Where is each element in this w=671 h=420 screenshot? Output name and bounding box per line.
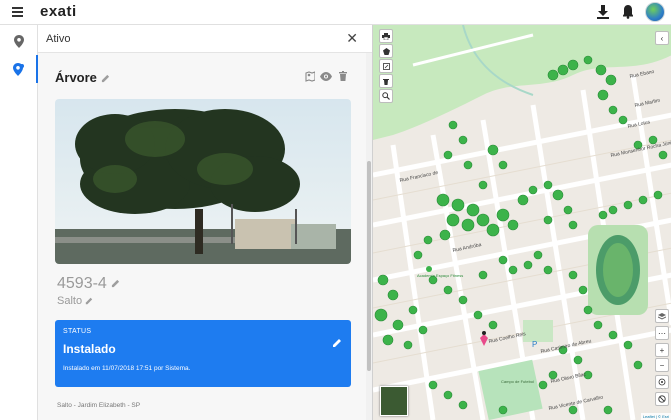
asset-title: Árvore [55, 70, 97, 85]
street-label-androba: Rua Andróba [452, 242, 482, 254]
edit-shape-icon [382, 62, 390, 70]
download-icon[interactable] [596, 4, 610, 20]
asset-panel: Ativo ✕ Árvore 4593-4 Salto STATUS Insta… [38, 25, 372, 420]
zoom-out-icon: − [659, 360, 665, 370]
street-label-francisco: Rua Francisco de [399, 170, 439, 184]
map-view[interactable]: P Rua Ebano Rua Marfim Rua Lotus Rua Mon… [372, 25, 671, 420]
collapse-map-panel-button[interactable]: ‹ [655, 31, 669, 45]
asset-pin-icon [12, 62, 24, 76]
more-dots-icon: ⋯ [658, 328, 666, 338]
edit-title-icon[interactable] [101, 74, 110, 83]
edit-shape-tool[interactable] [379, 59, 393, 73]
poi-label-academia: Academia Espaço Fitness [417, 273, 463, 278]
zoom-in-button[interactable]: + [655, 343, 669, 357]
status-label: STATUS [63, 328, 92, 335]
block-icon [658, 395, 666, 403]
map-toolbar [379, 29, 393, 104]
map-canvas[interactable]: P Rua Ebano Rua Marfim Rua Lotus Rua Mon… [373, 25, 671, 420]
visibility-eye-icon[interactable] [320, 72, 332, 81]
polygon-icon [382, 47, 390, 55]
panel-header: Ativo ✕ [38, 25, 372, 53]
delete-trash-icon[interactable] [339, 71, 347, 81]
map-attribution[interactable]: Leaflet | © Esri [640, 413, 671, 420]
asset-title-row: Árvore [55, 70, 110, 85]
app-logo: exati [40, 3, 77, 20]
layers-button[interactable] [655, 309, 669, 323]
parking-marker: P [532, 340, 537, 349]
gym-marker [426, 266, 432, 272]
asset-code: 4593-4 [57, 275, 107, 292]
edit-subtitle-icon[interactable] [85, 297, 93, 305]
nav-item-map[interactable] [0, 27, 38, 55]
search-icon [382, 92, 390, 100]
scrollbar-thumb[interactable] [367, 161, 371, 371]
poi-label-campo: Campo de Futebol [501, 379, 534, 384]
delete-shape-tool[interactable] [379, 74, 393, 88]
print-icon [382, 32, 390, 40]
nav-item-asset[interactable] [0, 55, 38, 83]
menu-icon[interactable] [12, 7, 23, 17]
asset-photo [55, 99, 351, 264]
asset-subtitle: Salto [57, 295, 83, 307]
locate-icon [658, 378, 666, 386]
panel-title: Ativo [46, 33, 71, 45]
side-nav [0, 25, 38, 420]
notification-bell-icon[interactable] [622, 4, 634, 19]
map-location-icon[interactable] [305, 71, 315, 82]
asset-subtitle-row: Salto [57, 295, 93, 307]
user-avatar[interactable] [645, 2, 665, 22]
print-tool[interactable] [379, 29, 393, 43]
trash-icon [383, 78, 389, 85]
edit-code-icon[interactable] [111, 279, 120, 288]
disable-layer-button[interactable] [655, 392, 669, 406]
asset-address: Salto - Jardim Elizabeth - SP [57, 402, 141, 409]
search-tool[interactable] [379, 89, 393, 103]
layers-icon [658, 312, 666, 320]
close-icon[interactable]: ✕ [346, 30, 358, 47]
more-options-button[interactable]: ⋯ [655, 326, 669, 340]
zoom-out-button[interactable]: − [655, 358, 669, 372]
satellite-minimap[interactable] [380, 386, 408, 416]
status-note: Instalado em 11/07/2018 17:51 por Sistem… [63, 365, 191, 372]
top-bar: exati [0, 0, 671, 25]
chevron-left-icon: ‹ [660, 33, 664, 43]
selected-asset-marker[interactable] [480, 334, 488, 346]
map-pin-icon [14, 34, 24, 48]
status-value: Instalado [63, 342, 116, 356]
draw-polygon-tool[interactable] [379, 44, 393, 58]
asset-code-row: 4593-4 [57, 275, 120, 293]
street-label-ebano: Rua Ebano [629, 69, 655, 80]
church-marker [482, 331, 486, 335]
status-card: STATUS Instalado Instalado em 11/07/2018… [55, 320, 351, 387]
edit-status-icon[interactable] [332, 338, 342, 348]
zoom-in-icon: + [659, 345, 665, 355]
locate-button[interactable] [655, 375, 669, 389]
